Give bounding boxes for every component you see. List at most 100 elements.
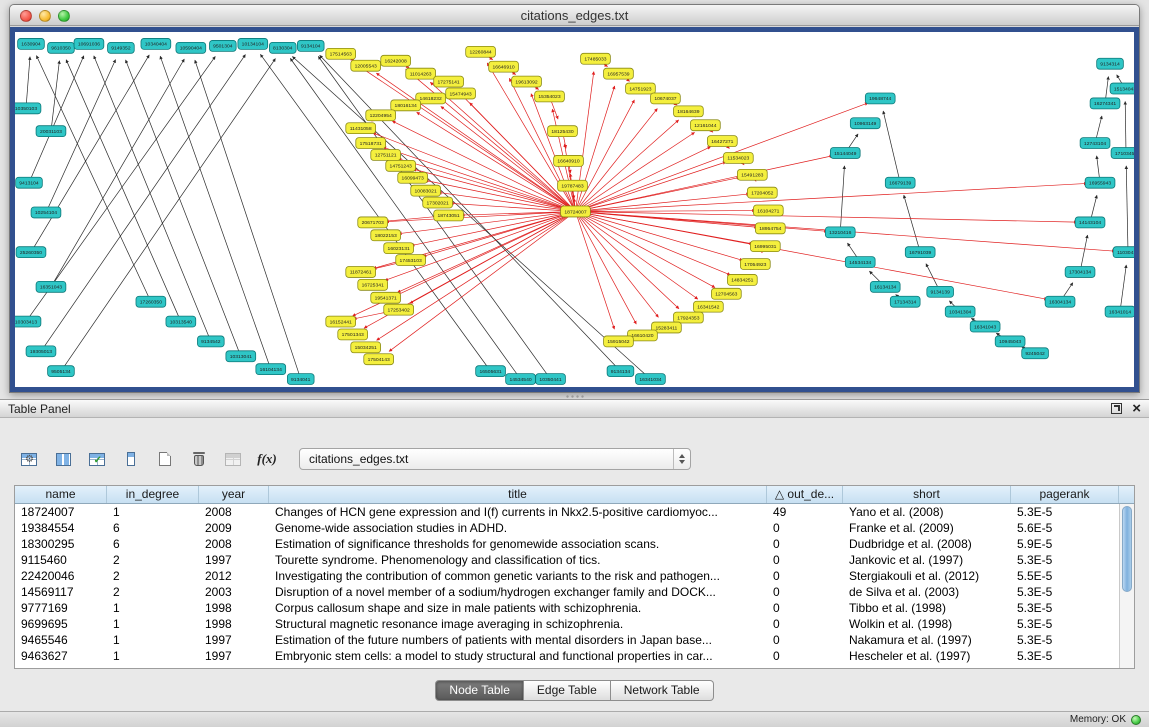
column-header-pagerank[interactable]: pagerank xyxy=(1011,486,1119,503)
network-selector-dropdown[interactable]: citations_edges.txt xyxy=(299,448,691,470)
graph-node[interactable]: 12743104 xyxy=(1080,138,1110,149)
graph-node[interactable]: 16104271 xyxy=(753,205,783,216)
graph-node[interactable]: 17054923 xyxy=(740,259,770,270)
graph-node[interactable]: 18016134 xyxy=(391,100,421,111)
graph-node[interactable]: 10945043 xyxy=(995,336,1025,347)
delete-column-button[interactable] xyxy=(185,446,213,472)
graph-node[interactable]: 12260844 xyxy=(466,46,496,57)
table-row[interactable]: 969969511998Structural magnetic resonanc… xyxy=(15,616,1134,632)
graph-node[interactable]: 12005543 xyxy=(351,60,381,71)
graph-node[interactable]: 10313041 xyxy=(226,351,256,362)
graph-node[interactable]: 11872461 xyxy=(346,267,376,278)
graph-node[interactable]: 11030413 xyxy=(1113,247,1134,258)
graph-node[interactable]: 16341542 xyxy=(693,301,723,312)
graph-node[interactable]: 9134134 xyxy=(607,366,634,377)
graph-node[interactable]: 11431058 xyxy=(346,123,376,134)
graph-node[interactable]: 12204954 xyxy=(366,110,396,121)
graph-node[interactable]: 14751923 xyxy=(626,83,656,94)
graph-node[interactable]: 16134134 xyxy=(870,281,900,292)
graph-node[interactable]: 9505134 xyxy=(48,366,75,377)
graph-node[interactable]: 10134104 xyxy=(238,38,268,49)
graph-node[interactable]: 15354023 xyxy=(535,91,565,102)
graph-node[interactable]: 16341043 xyxy=(970,321,1000,332)
graph-node[interactable]: 14751243 xyxy=(386,160,416,171)
graph-node[interactable]: 16152441 xyxy=(326,316,356,327)
graph-node[interactable]: 8130304 xyxy=(269,42,296,53)
graph-node[interactable]: 10313540 xyxy=(166,316,196,327)
graph-node[interactable]: 17514563 xyxy=(326,48,356,59)
scrollbar-thumb[interactable] xyxy=(1122,506,1132,592)
graph-node[interactable]: 17103454 xyxy=(1111,148,1134,159)
create-column-button[interactable] xyxy=(151,446,179,472)
graph-node[interactable]: 18724007 xyxy=(561,206,591,217)
graph-node[interactable]: 16104134 xyxy=(256,364,286,375)
graph-node[interactable]: 9134139 xyxy=(927,286,954,297)
graph-node[interactable]: 16725341 xyxy=(358,279,388,290)
graph-node[interactable]: 10341304 xyxy=(945,306,975,317)
graph-node[interactable]: 18125430 xyxy=(548,126,578,137)
graph-node[interactable]: 16505631 xyxy=(476,366,506,377)
graph-node[interactable]: 16640910 xyxy=(554,155,584,166)
graph-node[interactable]: 14534134 xyxy=(845,257,875,268)
table-row[interactable]: 1456911722003Disruption of a novel membe… xyxy=(15,584,1134,600)
table-row[interactable]: 1830029562008Estimation of significance … xyxy=(15,536,1134,552)
graph-node[interactable]: 15915042 xyxy=(604,336,634,347)
column-header-in_degree[interactable]: in_degree xyxy=(107,486,199,503)
graph-node[interactable]: 9501304 xyxy=(209,40,236,51)
table-row[interactable]: 911546021997Tourette syndrome. Phenomeno… xyxy=(15,552,1134,568)
tab-network-table[interactable]: Network Table xyxy=(611,680,714,701)
graph-node[interactable]: 17253402 xyxy=(384,304,414,315)
tab-edge-table[interactable]: Edge Table xyxy=(524,680,611,701)
graph-node[interactable]: 10303413 xyxy=(15,316,41,327)
graph-node[interactable]: 9149352 xyxy=(108,42,135,53)
column-button[interactable] xyxy=(117,446,145,472)
graph-node[interactable]: 17924353 xyxy=(674,312,704,323)
graph-node[interactable]: 9134314 xyxy=(1097,58,1124,69)
graph-node[interactable]: 16955943 xyxy=(1085,177,1115,188)
table-row[interactable]: 977716911998Corpus callosum shape and si… xyxy=(15,600,1134,616)
graph-node[interactable]: 14143104 xyxy=(1075,217,1105,228)
graph-node[interactable]: 9134041 xyxy=(287,374,314,385)
graph-node[interactable]: 15491283 xyxy=(737,169,767,180)
column-header-out_de[interactable]: △ out_de... xyxy=(767,486,843,503)
graph-node[interactable]: 17518731 xyxy=(356,138,386,149)
graph-node[interactable]: 17134314 xyxy=(890,296,920,307)
import-table-button[interactable] xyxy=(219,446,247,472)
show-columns-button[interactable] xyxy=(49,446,77,472)
graph-node[interactable]: 15034251 xyxy=(351,342,381,353)
graph-node[interactable]: 17501343 xyxy=(338,329,368,340)
graph-node[interactable]: 18743051 xyxy=(434,210,464,221)
graph-node[interactable]: 11014263 xyxy=(406,68,436,79)
graph-node[interactable]: 9610350 xyxy=(48,42,75,53)
graph-node[interactable]: 17504143 xyxy=(364,354,394,365)
graph-node[interactable]: 16679139 xyxy=(885,177,915,188)
graph-node[interactable]: 16427271 xyxy=(707,136,737,147)
graph-node[interactable]: 19648744 xyxy=(865,93,895,104)
table-row[interactable]: 1938455462009Genome-wide association stu… xyxy=(15,520,1134,536)
graph-node[interactable]: 16351043 xyxy=(36,281,66,292)
graph-node[interactable]: 17275141 xyxy=(434,76,464,87)
graph-node[interactable]: 17485033 xyxy=(581,53,611,64)
graph-node[interactable]: 10674037 xyxy=(651,93,681,104)
graph-node[interactable]: 20671703 xyxy=(358,217,388,228)
graph-node[interactable]: 15134043 xyxy=(1110,83,1134,94)
graph-node[interactable]: 17260350 xyxy=(136,296,166,307)
graph-node[interactable]: 19541371 xyxy=(371,292,401,303)
column-header-title[interactable]: title xyxy=(269,486,767,503)
graph-node[interactable]: 19613092 xyxy=(512,76,542,87)
graph-node[interactable]: 10083021 xyxy=(411,185,441,196)
table-mode-button[interactable]: ⚙ xyxy=(15,446,43,472)
column-header-name[interactable]: name xyxy=(15,486,107,503)
graph-node[interactable]: 10350441 xyxy=(536,374,566,385)
graph-node[interactable]: 10963149 xyxy=(850,118,880,129)
graph-node[interactable]: 19787483 xyxy=(558,180,588,191)
close-panel-icon[interactable]: × xyxy=(1132,403,1141,414)
graph-node[interactable]: 10590404 xyxy=(176,42,206,53)
table-row[interactable]: 946362711997Embryonic stem cells: a mode… xyxy=(15,648,1134,664)
graph-node[interactable]: 10254104 xyxy=(31,207,61,218)
graph-node[interactable]: 17302021 xyxy=(423,197,453,208)
graph-node[interactable]: 12161044 xyxy=(690,120,720,131)
column-header-short[interactable]: short xyxy=(843,486,1011,503)
graph-node[interactable]: 15474943 xyxy=(446,88,476,99)
vertical-scrollbar[interactable] xyxy=(1119,504,1134,668)
